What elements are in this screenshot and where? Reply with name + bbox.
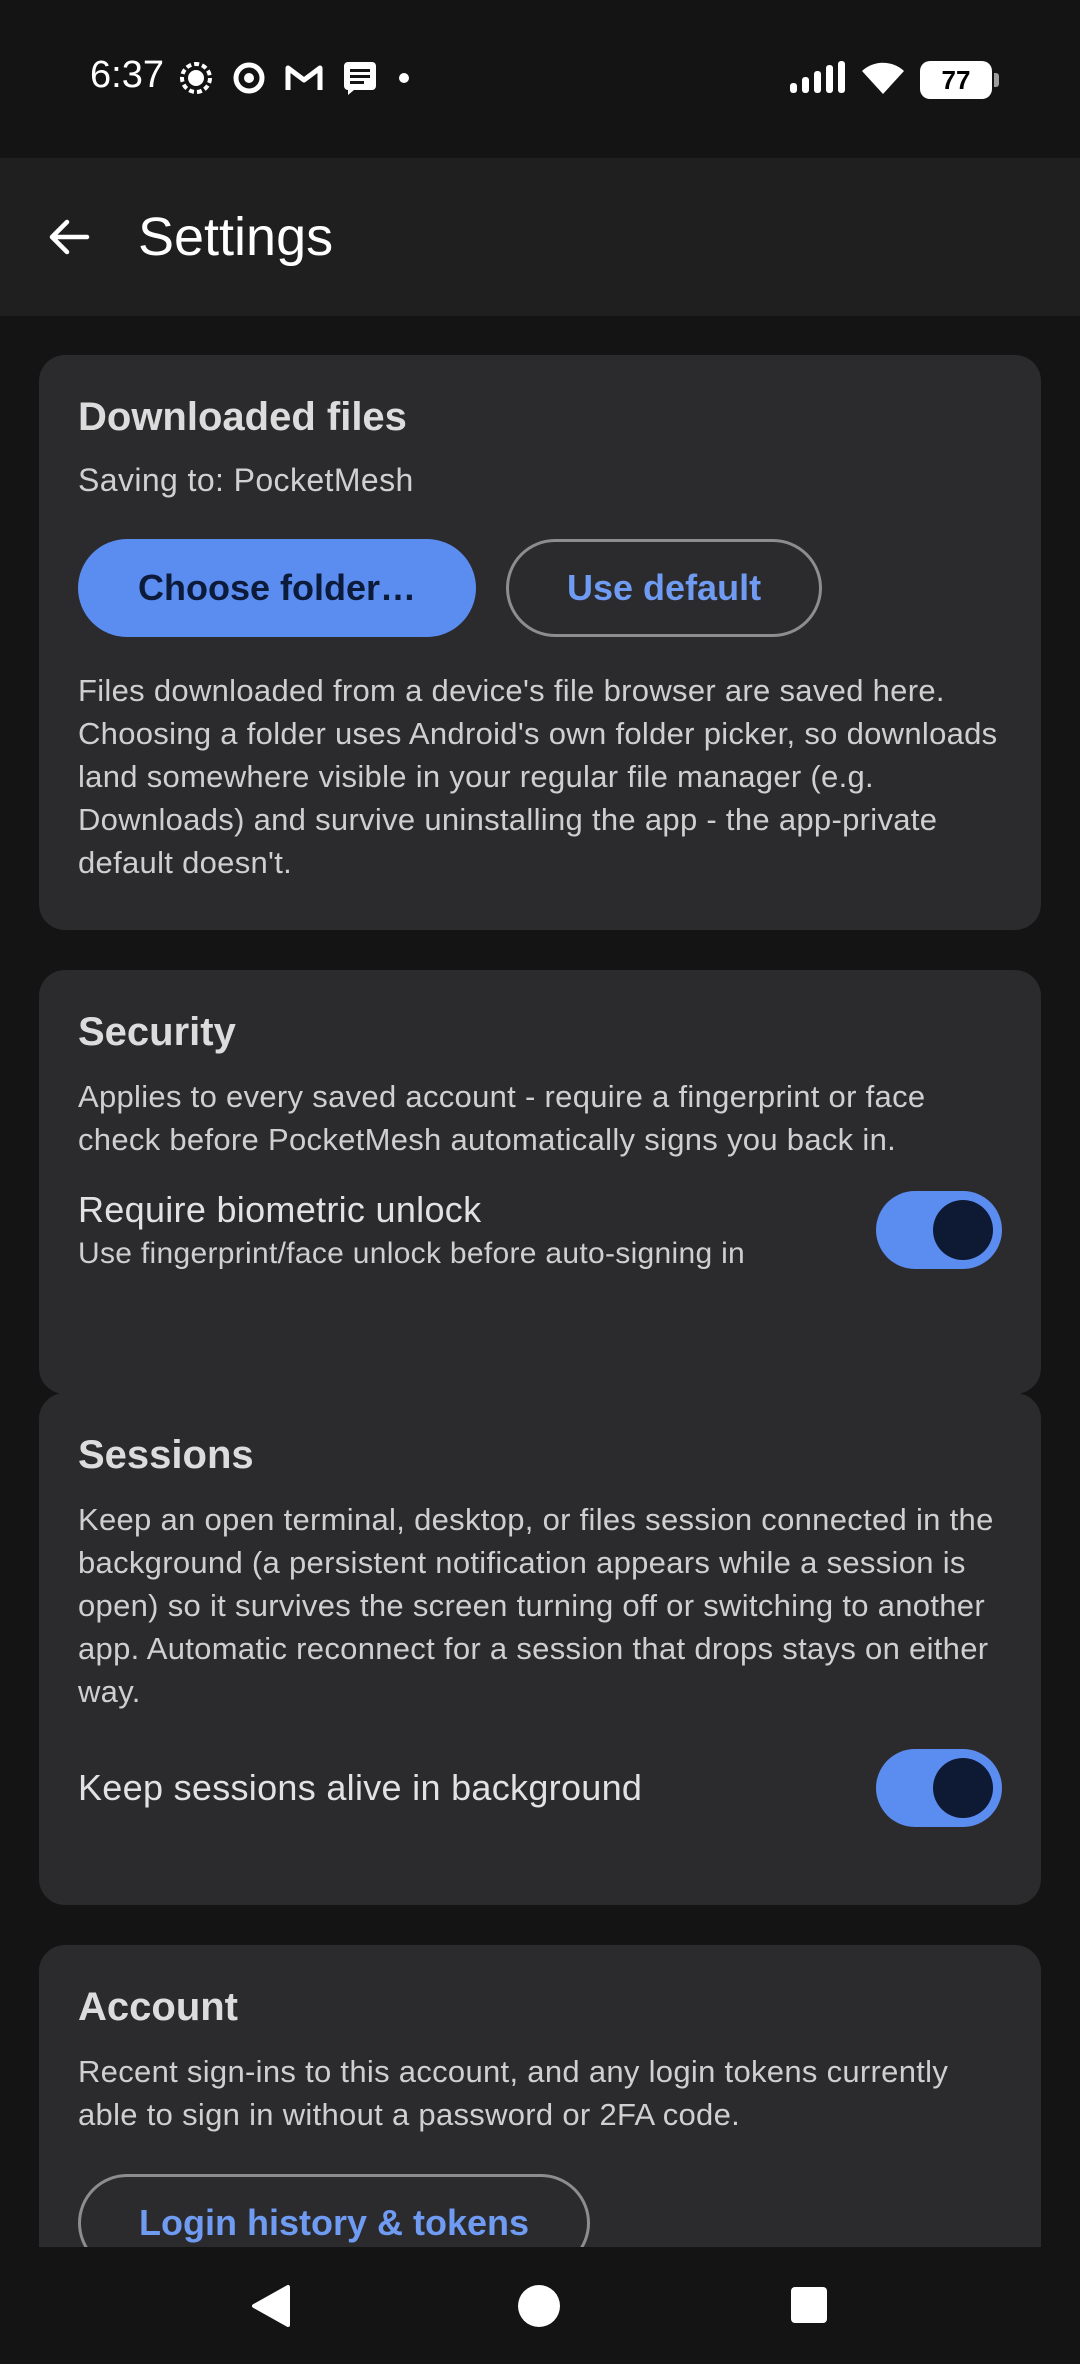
settings-list[interactable]: Downloaded files Saving to: PocketMesh C… <box>0 316 1080 2247</box>
back-button[interactable] <box>36 198 102 276</box>
keep-alive-toggle[interactable] <box>876 1749 1002 1827</box>
status-bar: 6:37 77 <box>0 0 1080 158</box>
battery-icon: 77 <box>920 61 999 99</box>
page-title: Settings <box>138 207 334 267</box>
wifi-icon <box>860 60 906 101</box>
cell-signal-icon <box>788 60 846 100</box>
message-icon <box>342 60 378 101</box>
nav-back-icon[interactable] <box>250 2283 292 2334</box>
signal-messenger-icon <box>178 60 214 101</box>
notification-icons <box>178 58 412 102</box>
nav-recents-icon[interactable] <box>791 2287 827 2323</box>
downloads-title: Downloaded files <box>78 395 407 439</box>
downloads-description: Files downloaded from a device's file br… <box>78 673 998 880</box>
top-app-bar: Settings <box>0 158 1080 316</box>
account-actions: Login history & tokens <box>78 2174 1002 2247</box>
biometric-setting-label: Require biometric unlock <box>78 1189 482 1230</box>
sessions-card: Sessions Keep an open terminal, desktop,… <box>39 1393 1041 1905</box>
account-description: Recent sign-ins to this account, and any… <box>78 2054 949 2132</box>
arrow-back-icon <box>49 219 90 255</box>
biometric-setting-description: Use fingerprint/face unlock before auto-… <box>78 1237 746 1270</box>
biometric-toggle[interactable] <box>876 1191 1002 1269</box>
downloads-actions: Choose folder… Use default <box>78 539 1002 637</box>
account-card: Account Recent sign-ins to this account,… <box>39 1945 1041 2247</box>
dot-icon <box>396 70 412 91</box>
keep-alive-setting-label: Keep sessions alive in background <box>78 1767 643 1808</box>
toggle-knob <box>933 1758 993 1818</box>
security-title: Security <box>78 1010 236 1054</box>
security-card: Security Applies to every saved account … <box>39 970 1041 1394</box>
security-description: Applies to every saved account - require… <box>78 1079 926 1157</box>
choose-folder-button[interactable]: Choose folder… <box>78 539 477 637</box>
biometric-setting-row[interactable]: Require biometric unlock Use fingerprint… <box>78 1189 1002 1271</box>
navigation-bar <box>0 2247 1080 2364</box>
keep-alive-setting-row[interactable]: Keep sessions alive in background <box>78 1749 1002 1827</box>
biometric-setting-text: Require biometric unlock Use fingerprint… <box>78 1189 745 1271</box>
saving-location: Saving to: PocketMesh <box>78 462 414 498</box>
login-history-button[interactable]: Login history & tokens <box>78 2174 591 2247</box>
sessions-title: Sessions <box>78 1433 254 1477</box>
circle-app-icon <box>232 61 266 100</box>
toggle-knob <box>933 1200 993 1260</box>
account-title: Account <box>78 1985 238 2029</box>
gmail-icon <box>284 62 324 99</box>
nav-home-icon[interactable] <box>518 2285 560 2327</box>
downloads-card: Downloaded files Saving to: PocketMesh C… <box>39 355 1041 930</box>
use-default-button[interactable]: Use default <box>506 539 823 637</box>
system-icons: 77 <box>788 58 999 102</box>
sessions-description: Keep an open terminal, desktop, or files… <box>78 1502 994 1709</box>
status-time: 6:37 <box>90 54 164 96</box>
